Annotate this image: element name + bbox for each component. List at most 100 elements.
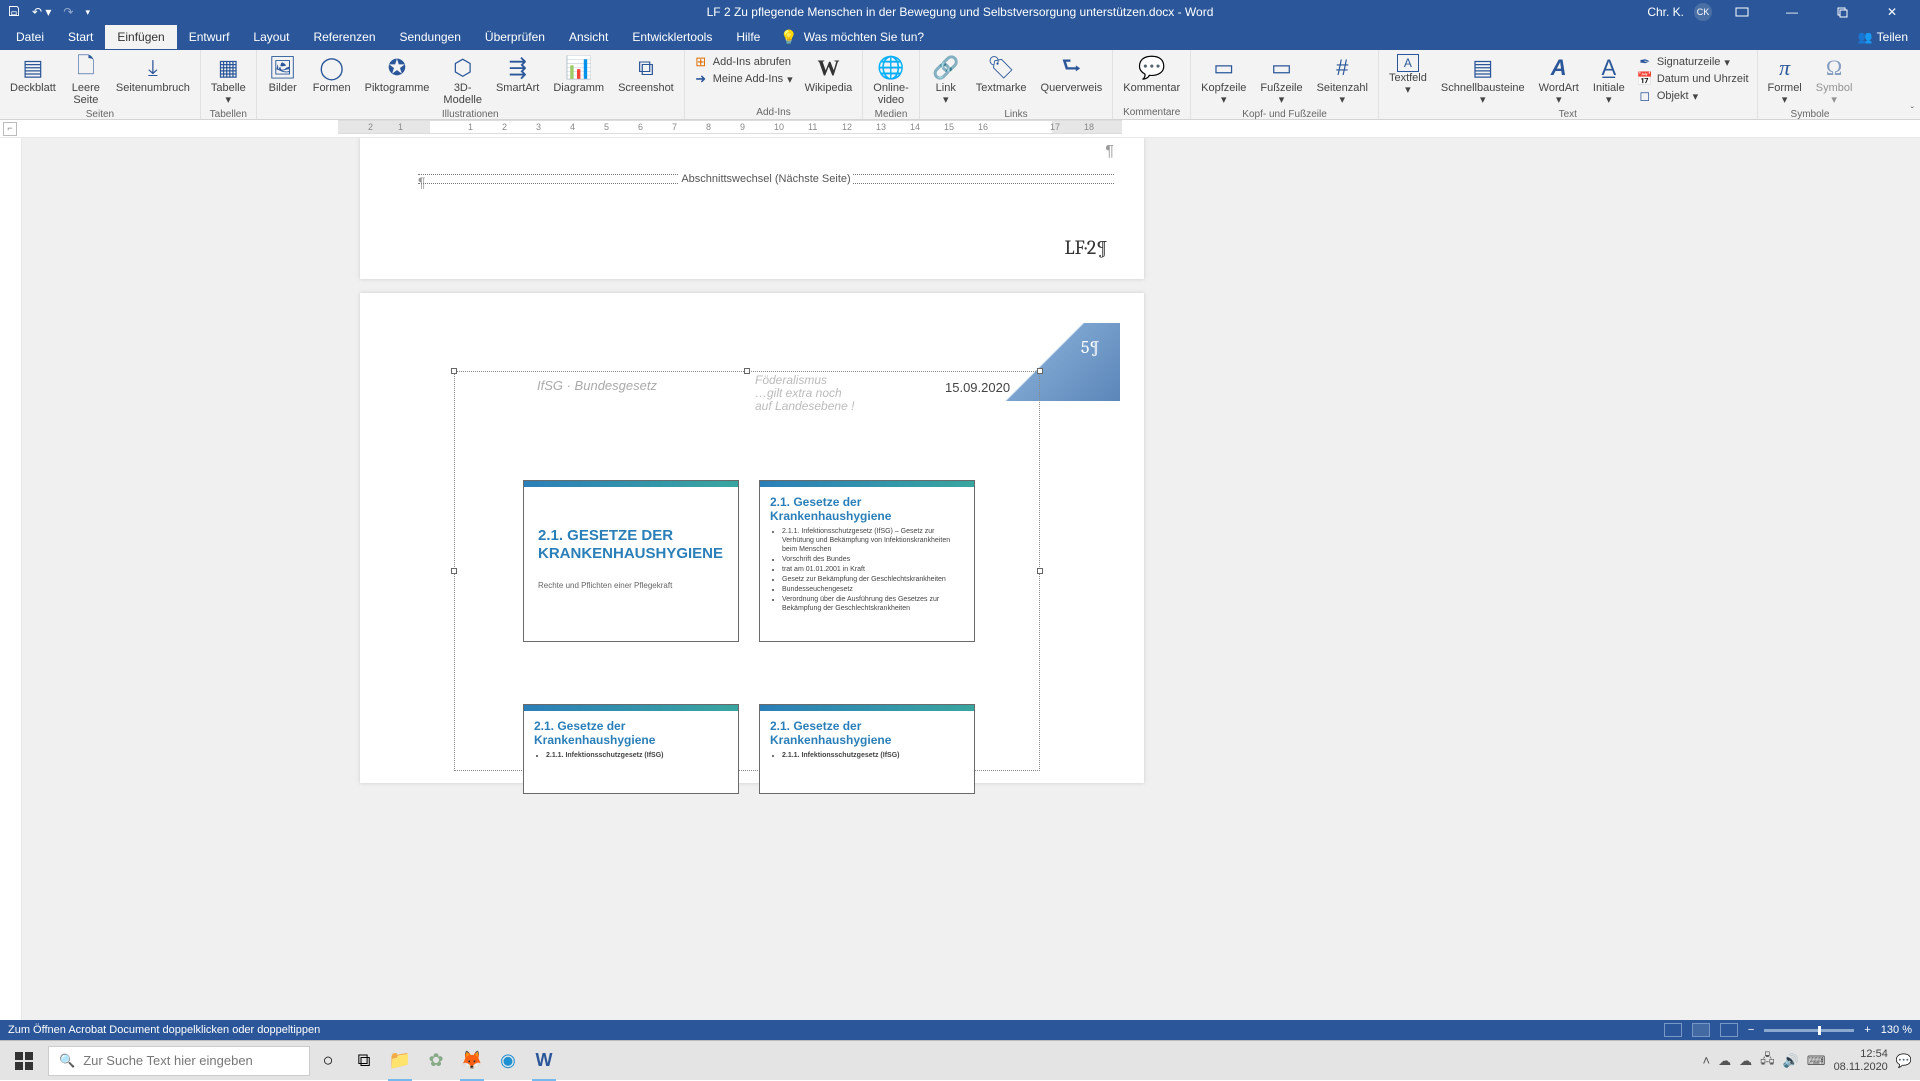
piktogramme-button[interactable]: ✪Piktogramme: [359, 52, 436, 96]
word-icon[interactable]: W: [526, 1041, 562, 1081]
resize-handle[interactable]: [451, 568, 457, 574]
tab-hilfe[interactable]: Hilfe: [724, 25, 772, 49]
tell-me-search[interactable]: 💡 Was möchten Sie tun?: [780, 29, 924, 46]
screenshot-button[interactable]: ⧉Screenshot: [612, 52, 680, 96]
vertical-ruler[interactable]: [0, 138, 22, 1036]
onlinevideo-button[interactable]: 🌐Online- video: [867, 52, 914, 108]
tab-referenzen[interactable]: Referenzen: [301, 25, 387, 49]
zoom-level[interactable]: 130 %: [1881, 1024, 1912, 1036]
user-name[interactable]: Chr. K.: [1647, 5, 1684, 19]
formel-button[interactable]: πFormel▾: [1762, 52, 1808, 108]
taskbar-clock[interactable]: 12:54 08.11.2020: [1834, 1048, 1888, 1074]
wordart-button[interactable]: AWordArt▾: [1533, 52, 1585, 108]
app-icon[interactable]: ✿: [418, 1041, 454, 1081]
tab-ansicht[interactable]: Ansicht: [557, 25, 620, 49]
seitenzahl-button[interactable]: #Seitenzahl▾: [1311, 52, 1374, 108]
screenshot-icon: ⧉: [630, 54, 662, 82]
document-area[interactable]: ¶ ¶ Abschnittswechsel (Nächste Seite) LF…: [22, 138, 1920, 1036]
datum-uhrzeit-button[interactable]: 📅Datum und Uhrzeit: [1637, 71, 1749, 87]
read-mode-icon[interactable]: [1664, 1023, 1682, 1037]
kommentar-button[interactable]: 💬Kommentar: [1117, 52, 1186, 96]
print-layout-icon[interactable]: [1692, 1023, 1710, 1037]
textfeld-button[interactable]: ATextfeld▾: [1383, 52, 1433, 98]
network-icon[interactable]: 🖧: [1760, 1050, 1775, 1072]
resize-handle[interactable]: [1037, 568, 1043, 574]
tab-entwurf[interactable]: Entwurf: [177, 25, 242, 49]
wordart-icon: A: [1543, 54, 1575, 82]
language-icon[interactable]: ⌨: [1807, 1053, 1826, 1069]
initiale-button[interactable]: A̲Initiale▾: [1587, 52, 1631, 108]
tab-entwicklertools[interactable]: Entwicklertools: [620, 25, 724, 49]
3d-modelle-button[interactable]: ⬡3D- Modelle: [437, 52, 488, 108]
querverweis-button[interactable]: ⮑Querverweis: [1035, 52, 1109, 96]
tab-einfuegen[interactable]: Einfügen: [105, 25, 176, 49]
signaturzeile-button[interactable]: ✒Signaturzeile ▾: [1637, 54, 1749, 70]
onedrive-icon[interactable]: ☁: [1718, 1053, 1731, 1069]
tell-me-label: Was möchten Sie tun?: [804, 30, 924, 44]
smartart-button[interactable]: ⇶SmartArt: [490, 52, 545, 96]
textmarke-button[interactable]: 🏷Textmarke: [970, 52, 1033, 96]
close-icon[interactable]: ✕: [1872, 0, 1912, 24]
seitenumbruch-button[interactable]: ⤓Seitenumbruch: [110, 52, 196, 96]
undo-icon[interactable]: ↶ ▾: [32, 5, 51, 19]
leere-seite-button[interactable]: 🗋Leere Seite: [64, 52, 108, 108]
addins-abrufen-button[interactable]: ⊞Add-Ins abrufen: [693, 54, 793, 70]
notifications-icon[interactable]: 💬: [1896, 1053, 1912, 1069]
cortana-icon[interactable]: ○: [310, 1041, 346, 1081]
bilder-button[interactable]: 🖼Bilder: [261, 52, 305, 96]
save-icon[interactable]: [8, 5, 20, 20]
tabelle-button[interactable]: ▦Tabelle▾: [205, 52, 252, 108]
horizontal-ruler[interactable]: 21 12 34 56 78 910 1112 1314 1516 1718: [338, 120, 1122, 138]
wikipedia-button[interactable]: WWikipedia: [799, 52, 859, 96]
resize-handle[interactable]: [451, 368, 457, 374]
deckblatt-button[interactable]: ▤Deckblatt: [4, 52, 62, 96]
schnellbausteine-button[interactable]: ▤Schnellbausteine▾: [1435, 52, 1531, 108]
edge-icon[interactable]: ◉: [490, 1041, 526, 1081]
resize-handle[interactable]: [1037, 368, 1043, 374]
ruler-corner[interactable]: ⌐: [3, 122, 17, 136]
crossref-icon: ⮑: [1055, 54, 1087, 82]
web-layout-icon[interactable]: [1720, 1023, 1738, 1037]
ribbon-display-icon[interactable]: [1722, 0, 1762, 24]
objekt-button[interactable]: ◻Objekt ▾: [1637, 88, 1749, 104]
start-button[interactable]: [0, 1041, 48, 1081]
redo-icon[interactable]: ↷: [63, 5, 73, 19]
zoom-slider[interactable]: [1764, 1029, 1854, 1032]
horizontal-ruler-row: ⌐ 21 12 34 56 78 910 1112 1314 1516 1718: [0, 120, 1920, 138]
tray-chevron-icon[interactable]: ˄: [1703, 1053, 1711, 1068]
zoom-in-button[interactable]: +: [1864, 1024, 1870, 1036]
resize-handle[interactable]: [744, 368, 750, 374]
maximize-icon[interactable]: [1822, 0, 1862, 24]
slide-thumbnail: 2.1. GESETZE DER KRANKENHAUSHYGIENE Rech…: [523, 480, 739, 642]
volume-icon[interactable]: 🔊: [1783, 1053, 1799, 1069]
tab-layout[interactable]: Layout: [241, 25, 301, 49]
pictures-icon: 🖼: [267, 54, 299, 82]
symbol-button[interactable]: ΩSymbol▾: [1810, 52, 1859, 108]
user-avatar[interactable]: CK: [1694, 3, 1712, 21]
taskbar-search[interactable]: 🔍 Zur Suche Text hier eingeben: [48, 1046, 310, 1076]
chart-icon: 📊: [563, 54, 595, 82]
minimize-icon[interactable]: —: [1772, 0, 1812, 24]
pilcrow-mark: ¶: [1105, 143, 1114, 161]
link-button[interactable]: 🔗Link▾: [924, 52, 968, 108]
task-view-icon[interactable]: ⧉: [346, 1041, 382, 1081]
collapse-ribbon-icon[interactable]: ˇ: [1911, 106, 1914, 117]
firefox-icon[interactable]: 🦊: [454, 1041, 490, 1081]
tab-start[interactable]: Start: [56, 25, 105, 49]
shapes-icon: ◯: [316, 54, 348, 82]
formen-button[interactable]: ◯Formen: [307, 52, 357, 96]
meine-addins-button[interactable]: ➜Meine Add-Ins ▾: [693, 71, 793, 87]
tab-sendungen[interactable]: Sendungen: [388, 25, 473, 49]
kopfzeile-button[interactable]: ▭Kopfzeile▾: [1195, 52, 1252, 108]
tab-ueberpruefen[interactable]: Überprüfen: [473, 25, 557, 49]
zoom-out-button[interactable]: −: [1748, 1024, 1754, 1036]
quickparts-icon: ▤: [1467, 54, 1499, 82]
weather-icon[interactable]: ☁: [1739, 1053, 1752, 1069]
fusszeile-button[interactable]: ▭Fußzeile▾: [1254, 52, 1308, 108]
embedded-object-selection[interactable]: IfSG · Bundesgesetz Föderalismus …gilt e…: [454, 371, 1040, 771]
qat-more-icon[interactable]: ▾: [85, 7, 90, 18]
tab-file[interactable]: Datei: [4, 25, 56, 49]
file-explorer-icon[interactable]: 📁: [382, 1041, 418, 1081]
share-button[interactable]: 👥 Teilen: [1858, 30, 1920, 44]
diagramm-button[interactable]: 📊Diagramm: [547, 52, 610, 96]
